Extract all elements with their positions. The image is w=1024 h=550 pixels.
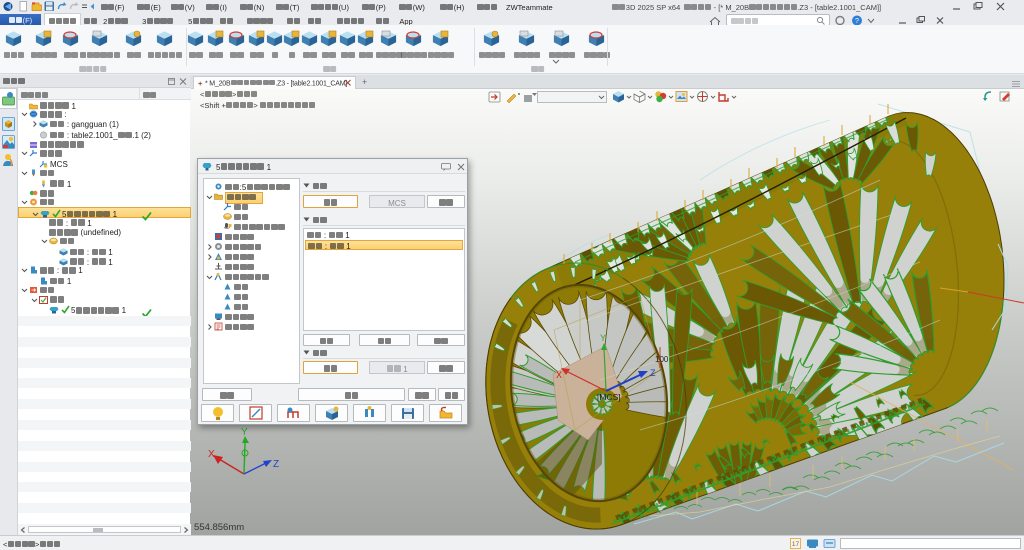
svg-text:X: X: [208, 449, 215, 460]
svg-text:100: 100: [655, 355, 669, 364]
svg-text:[MCS]: [MCS]: [597, 392, 621, 402]
svg-text:?: ?: [855, 18, 859, 25]
svg-text:Z: Z: [273, 459, 279, 470]
svg-text:Z: Z: [650, 368, 656, 378]
svg-text:554.856mm: 554.856mm: [194, 522, 244, 533]
svg-text:Y: Y: [241, 427, 248, 438]
svg-text:17: 17: [792, 541, 800, 548]
svg-text:Y: Y: [600, 333, 606, 343]
svg-text:X: X: [556, 370, 562, 380]
